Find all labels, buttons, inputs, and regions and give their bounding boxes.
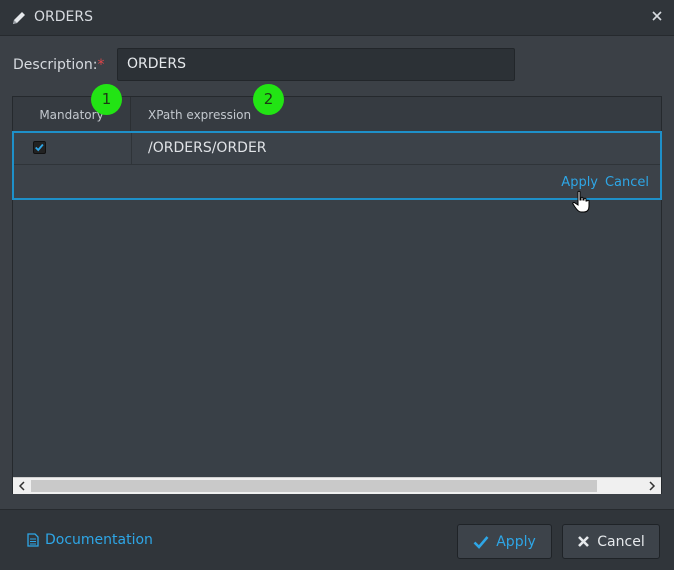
document-icon (27, 533, 39, 547)
check-icon (35, 143, 44, 152)
xpath-value[interactable]: /ORDERS/ORDER (148, 140, 267, 156)
scroll-left-icon[interactable] (17, 481, 27, 491)
documentation-label[interactable]: Documentation (45, 532, 153, 548)
scroll-right-icon[interactable] (647, 481, 657, 491)
mandatory-checkbox[interactable] (33, 141, 46, 154)
scrollbar-thumb[interactable] (31, 480, 597, 492)
apply-button[interactable]: Apply (457, 524, 552, 559)
table-row-editor: /ORDERS/ORDER Apply Cancel (12, 131, 662, 200)
description-label: Description:* (13, 57, 105, 73)
cancel-button[interactable]: Cancel (562, 524, 660, 559)
check-icon (473, 535, 489, 549)
xpath-cell[interactable]: /ORDERS/ORDER (131, 133, 660, 165)
row-apply-link[interactable]: Apply (561, 175, 598, 190)
mandatory-cell (14, 133, 132, 165)
pencil-icon (13, 12, 25, 24)
apply-button-label[interactable]: Apply (496, 534, 536, 550)
dialog-titlebar: ORDERS (0, 0, 674, 36)
annotation-badge-2: 2 (253, 84, 284, 115)
row-cancel-link[interactable]: Cancel (605, 175, 649, 190)
dialog-footer: Documentation Apply Cancel (0, 509, 674, 570)
cancel-button-label[interactable]: Cancel (597, 534, 644, 550)
dialog-title: ORDERS (34, 9, 93, 25)
close-icon (578, 536, 590, 547)
column-header-xpath[interactable]: XPath expression (148, 97, 251, 131)
documentation-link[interactable]: Documentation (27, 532, 153, 548)
horizontal-scrollbar[interactable] (13, 477, 661, 494)
required-marker: * (97, 57, 105, 73)
annotation-badge-1: 1 (91, 84, 122, 115)
description-input[interactable]: ORDERS (117, 48, 515, 81)
xpath-table: Mandatory XPath expression /ORDERS/ORDER… (12, 96, 662, 494)
close-icon[interactable] (650, 9, 664, 23)
hand-cursor-icon (572, 190, 590, 213)
